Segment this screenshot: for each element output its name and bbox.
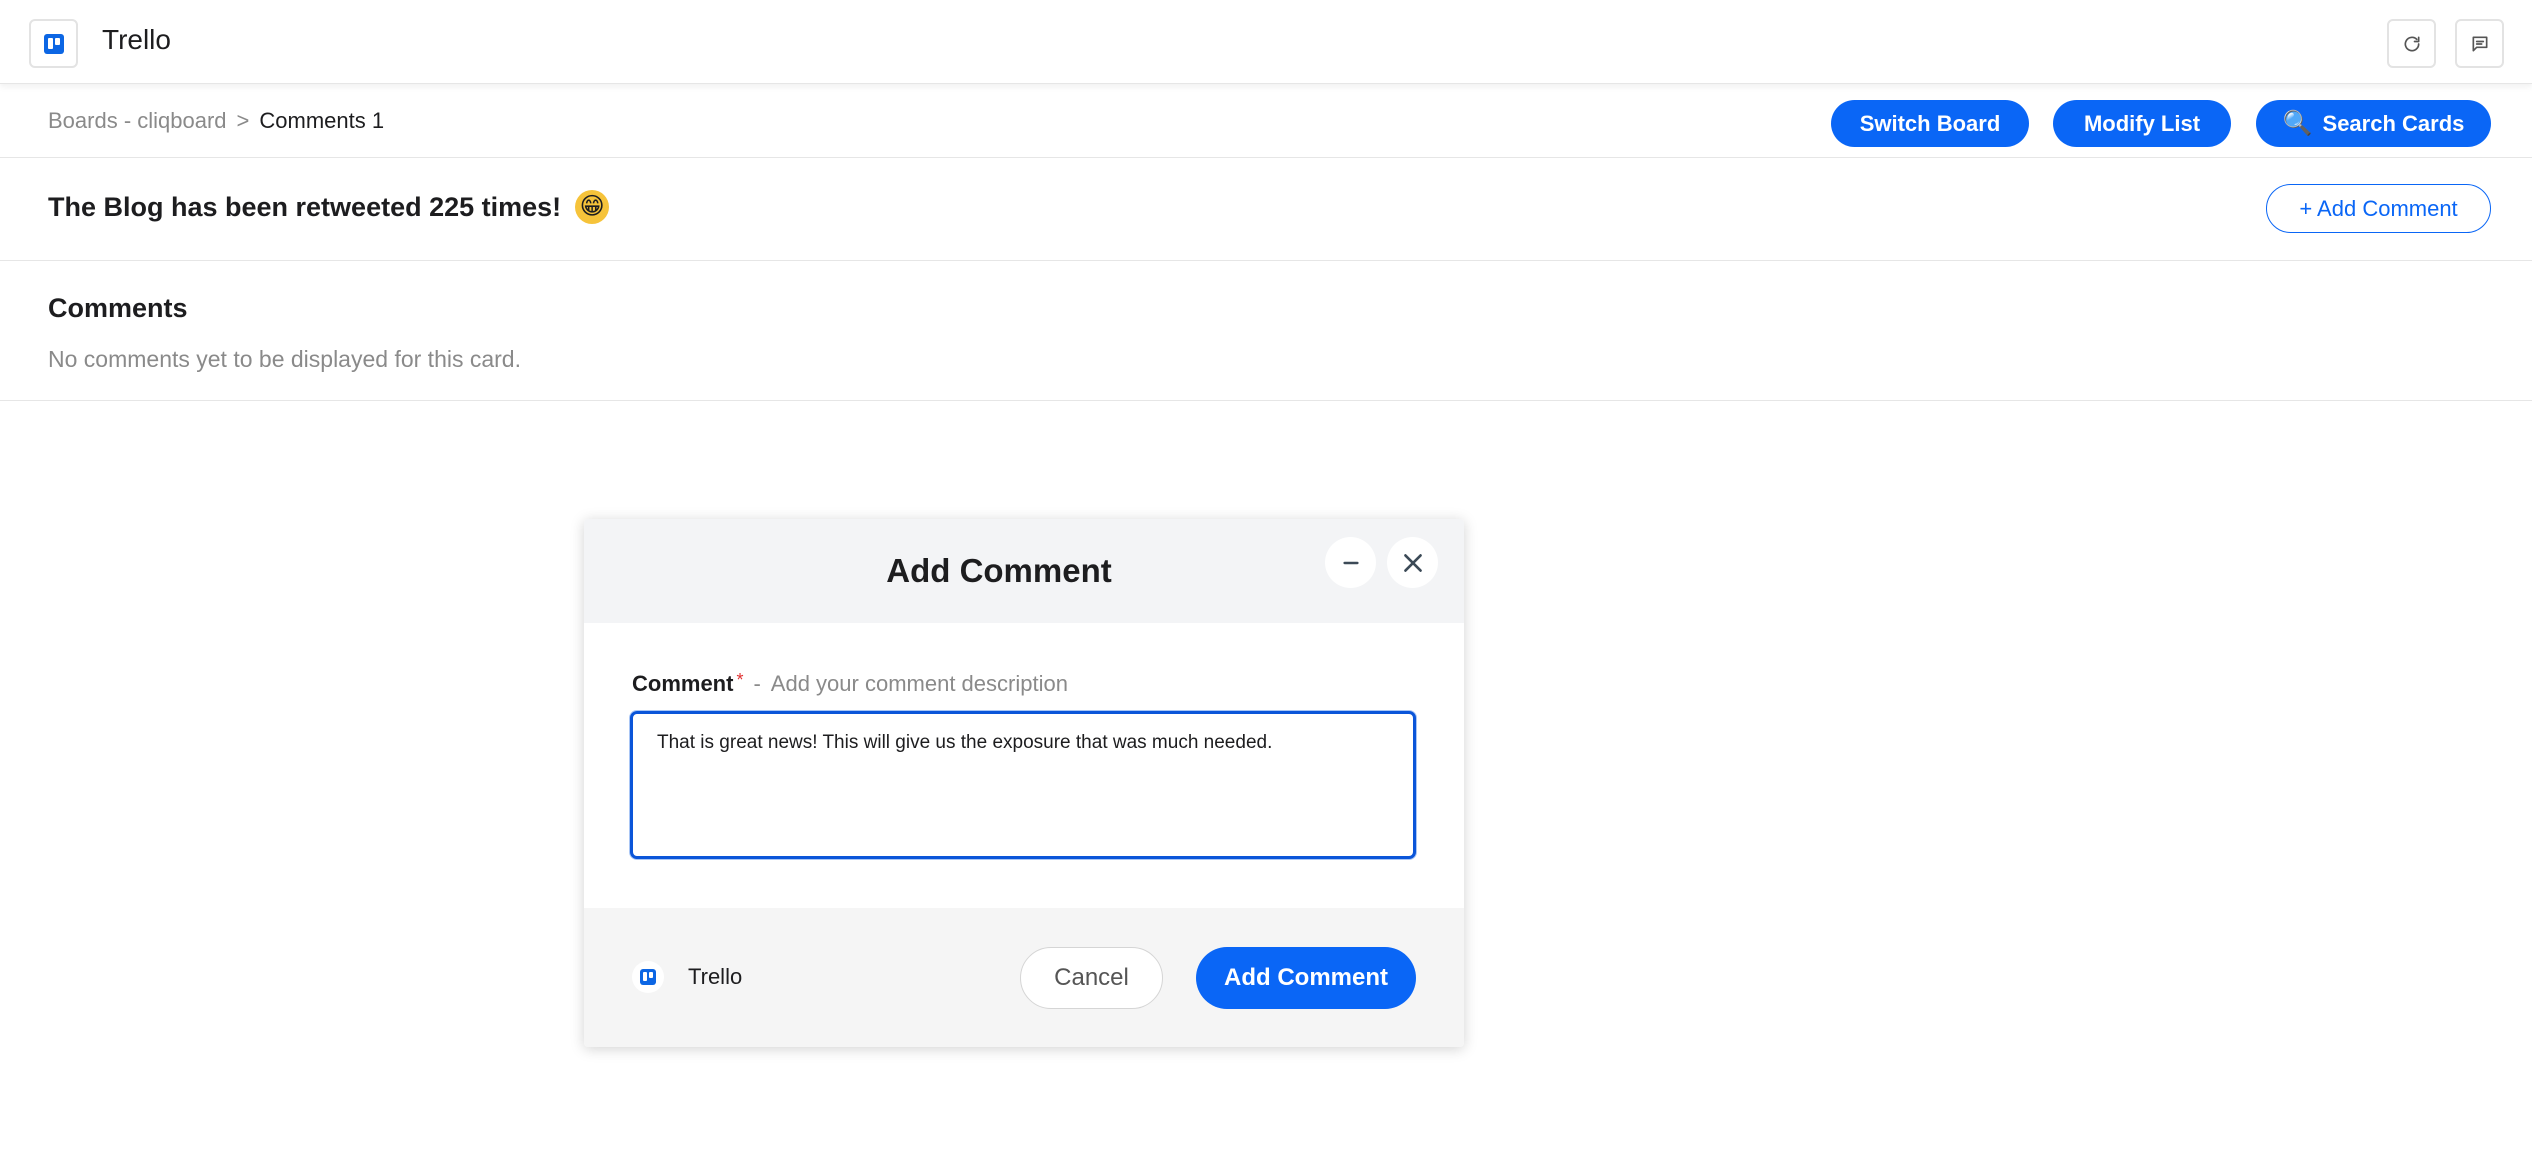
card-title-text: The Blog has been retweeted 225 times! <box>48 191 562 222</box>
trello-logo-icon <box>29 19 78 68</box>
comments-empty-message: No comments yet to be displayed for this… <box>48 346 521 372</box>
dialog-footer: Trello Cancel Add Comment <box>584 908 1464 1047</box>
close-icon <box>1403 553 1422 572</box>
search-cards-label: Search Cards <box>2322 110 2465 136</box>
add-comment-button[interactable]: + Add Comment <box>2266 184 2491 233</box>
footer-brand-name: Trello <box>688 964 743 989</box>
message-square-icon <box>2472 36 2487 52</box>
switch-board-button[interactable]: Switch Board <box>1831 100 2029 147</box>
refresh-button[interactable] <box>2387 19 2436 68</box>
comments-section: Comments No comments yet to be displayed… <box>0 261 2532 401</box>
card-header: The Blog has been retweeted 225 times! 😁… <box>0 158 2532 261</box>
refresh-icon <box>2404 36 2419 52</box>
trello-logo-icon <box>632 961 664 993</box>
required-marker: * <box>736 669 744 690</box>
breadcrumb-separator: > <box>236 108 250 133</box>
comment-field-label: Comment * - Add your comment description <box>632 669 1068 697</box>
breadcrumb: Boards - cliqboard > Comments 1 <box>48 108 384 134</box>
toolbar-row: Boards - cliqboard > Comments 1 Switch B… <box>0 84 2532 158</box>
dialog-header: Add Comment <box>584 519 1464 623</box>
app-title: Trello <box>102 24 171 55</box>
submit-comment-button[interactable]: Add Comment <box>1196 947 1416 1009</box>
breadcrumb-current: Comments 1 <box>259 108 385 133</box>
label-dash: - <box>753 671 761 696</box>
comment-textarea[interactable]: That is great news! This will give us th… <box>630 711 1416 859</box>
comments-heading: Comments <box>48 293 188 323</box>
dialog-title: Add Comment <box>886 552 1112 589</box>
minus-icon <box>1342 561 1359 564</box>
search-cards-button[interactable]: 🔍 Search Cards <box>2256 100 2491 147</box>
search-icon: 🔍 <box>2282 110 2313 137</box>
comments-panel-button[interactable] <box>2455 19 2504 68</box>
modify-list-button[interactable]: Modify List <box>2053 100 2231 147</box>
comment-label-text: Comment <box>632 671 734 696</box>
add-comment-dialog: Add Comment Comment * - Add your comment… <box>584 519 1464 1047</box>
breadcrumb-board-link[interactable]: Boards - cliqboard <box>48 108 227 134</box>
cancel-button[interactable]: Cancel <box>1020 947 1163 1009</box>
app-header: Trello <box>0 0 2532 84</box>
minimize-button[interactable] <box>1325 537 1376 588</box>
grinning-emoji-icon: 😁 <box>575 190 610 224</box>
comment-field-hint: Add your comment description <box>770 671 1068 696</box>
card-title: The Blog has been retweeted 225 times! 😁 <box>48 190 610 224</box>
close-button[interactable] <box>1387 537 1438 588</box>
